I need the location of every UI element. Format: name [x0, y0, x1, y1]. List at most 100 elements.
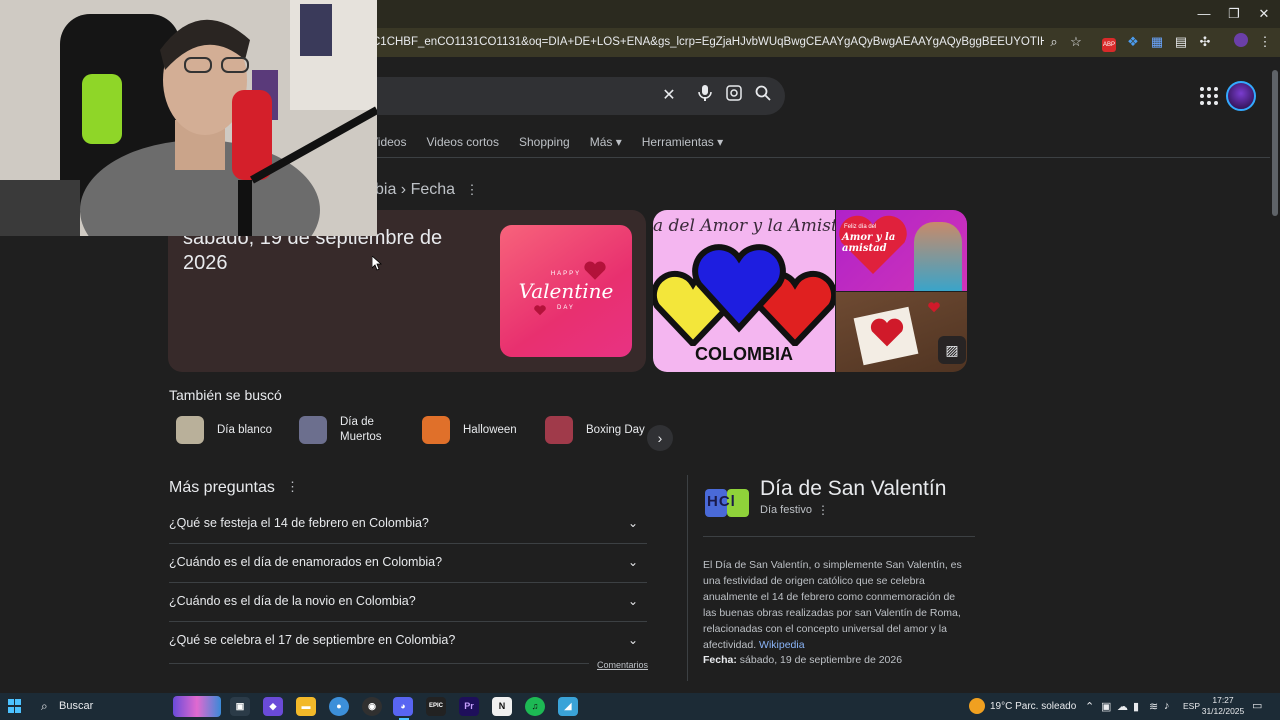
file-explorer-icon[interactable]: ▬	[296, 697, 316, 716]
fact-label: Fecha:	[703, 654, 737, 666]
clock-time: 17:27	[1212, 695, 1234, 705]
question-row[interactable]: ¿Cuándo es el día de la novio en Colombi…	[169, 583, 647, 622]
windows-taskbar: ⌕ Buscar ▣ ◆ ▬ ● ◉ ◕ EPIC Pr N ♫ ◢ 19°C …	[0, 693, 1280, 720]
chip-thumbnail	[422, 416, 450, 444]
clock-date: 31/12/2025	[1201, 706, 1245, 716]
minimize-button[interactable]: —	[1189, 4, 1219, 24]
translate-extension-icon[interactable]: ▦	[1148, 33, 1166, 51]
extension-icon[interactable]: ❖	[1124, 33, 1142, 51]
question-row[interactable]: ¿Qué se celebra el 17 de septiembre en C…	[169, 622, 647, 661]
chip-dia-blanco[interactable]: Día blanco	[176, 410, 286, 450]
weather-text[interactable]: 19°C Parc. soleado	[990, 701, 1076, 712]
search-tabs: Videos Videos cortos Shopping Más ▾ Herr…	[370, 135, 743, 157]
tray-cloud-icon[interactable]: ☁	[1117, 700, 1128, 713]
chrome-icon[interactable]: ●	[329, 697, 349, 716]
breadcrumb: bia › Fecha ⋮	[375, 181, 479, 199]
amor-small-text: Feliz día del	[844, 224, 877, 230]
profile-icon[interactable]	[1232, 33, 1250, 51]
knowledge-panel-title: Día de San Valentín	[760, 477, 947, 500]
tab-more[interactable]: Más ▾	[590, 135, 622, 157]
bookmark-star-icon[interactable]: ☆	[1067, 33, 1085, 51]
close-icon[interactable]: ✕	[658, 85, 680, 107]
account-avatar[interactable]	[1226, 81, 1256, 111]
volume-icon[interactable]: ♪	[1164, 700, 1170, 712]
clock[interactable]: 17:27 31/12/2025	[1200, 695, 1246, 717]
search-icon: ⌕	[41, 699, 48, 713]
search-icon[interactable]	[752, 85, 774, 107]
chip-thumbnail	[176, 416, 204, 444]
valentine-thumbnail[interactable]: HAPPY Valentine DAY	[500, 225, 632, 357]
chip-label: Día de Muertos	[340, 416, 382, 443]
question-row[interactable]: ¿Qué se festeja el 14 de febrero en Colo…	[169, 505, 647, 544]
knowledge-panel-menu-icon[interactable]: ⋮	[817, 503, 829, 517]
paa-divider	[169, 663, 589, 664]
chevron-down-icon[interactable]: ⌄	[621, 628, 645, 652]
chevron-down-icon[interactable]: ⌄	[621, 550, 645, 574]
image-icon: ▨	[945, 342, 959, 358]
adblock-extension-icon[interactable]: ABP	[1100, 33, 1118, 52]
chevron-down-icon[interactable]: ⌄	[621, 589, 645, 613]
url-field[interactable]: C1CHBF_enCO1131CO1131&oq=DIA+DE+LOS+ENA&…	[372, 32, 1044, 53]
thumb-day-text: DAY	[557, 305, 575, 311]
spotify-icon[interactable]: ♫	[525, 697, 545, 716]
language-indicator[interactable]: ESP	[1183, 701, 1200, 711]
google-apps-icon[interactable]	[1200, 87, 1218, 105]
knowledge-panel-fact: Fecha: sábado, 19 de septiembre de 2026	[703, 654, 902, 666]
tab-short-videos[interactable]: Videos cortos	[426, 135, 499, 157]
copilot-icon[interactable]: ◆	[263, 697, 283, 716]
more-questions-menu-icon[interactable]: ⋮	[286, 479, 299, 495]
question-row[interactable]: ¿Cuándo es el día de enamorados en Colom…	[169, 544, 647, 583]
chip-dia-de-muertos[interactable]: Día de Muertos	[299, 410, 399, 450]
knowledge-panel-subtitle: Día festivo	[760, 504, 812, 516]
chip-halloween[interactable]: Halloween	[422, 410, 532, 450]
logo-text: HCl	[707, 493, 736, 510]
question-text: ¿Qué se celebra el 17 de septiembre en C…	[169, 633, 456, 647]
microphone-icon[interactable]	[694, 85, 716, 107]
heart-icon	[928, 302, 940, 313]
heart-icon	[870, 318, 904, 347]
chevron-down-icon[interactable]: ⌄	[621, 511, 645, 535]
question-text: ¿Qué se festeja el 14 de febrero en Colo…	[169, 516, 429, 530]
scrollbar-thumb[interactable]	[1272, 70, 1278, 216]
breadcrumb-menu-icon[interactable]: ⋮	[466, 182, 479, 197]
feedback-link[interactable]: Comentarios	[597, 660, 648, 670]
knowledge-panel-description: El Día de San Valentín, o simplemente Sa…	[703, 557, 971, 653]
extension-box-icon[interactable]: ▤	[1172, 33, 1190, 51]
camera-icon[interactable]	[723, 85, 745, 107]
microphone-tray-icon[interactable]: ▮	[1133, 700, 1139, 713]
search-highlight-image	[173, 696, 221, 717]
tab-shopping[interactable]: Shopping	[519, 135, 570, 157]
tab-tools[interactable]: Herramientas ▾	[642, 135, 723, 157]
amor-amistad-image[interactable]: Feliz día del Amor y la amistad	[836, 210, 967, 291]
chevron-up-icon[interactable]: ⌃	[1085, 700, 1094, 713]
taskbar-search[interactable]: ⌕ Buscar	[33, 693, 223, 720]
knowledge-panel-separator	[703, 536, 975, 537]
restore-button[interactable]: ❐	[1219, 4, 1249, 24]
epic-games-icon[interactable]: EPIC	[426, 697, 446, 716]
search-box[interactable]: ✕	[360, 77, 785, 115]
extensions-puzzle-icon[interactable]: ✣	[1196, 33, 1214, 51]
notifications-icon[interactable]: ▭	[1252, 699, 1262, 712]
discord-icon[interactable]: ◕	[393, 697, 413, 716]
premiere-icon[interactable]: Pr	[459, 697, 479, 716]
chip-boxing-day[interactable]: Boxing Day	[545, 410, 645, 450]
couple-photo	[914, 222, 962, 291]
app-icon[interactable]: ◢	[558, 697, 578, 716]
notion-icon[interactable]: N	[492, 697, 512, 716]
tray-app-icon[interactable]: ▣	[1101, 700, 1111, 713]
chip-thumbnail	[545, 416, 573, 444]
chevron-right-icon[interactable]: ›	[647, 425, 673, 451]
task-view-icon[interactable]: ▣	[230, 697, 250, 716]
obs-icon[interactable]: ◉	[362, 697, 382, 716]
windows-start-button[interactable]	[8, 699, 22, 713]
colombia-hearts-image[interactable]: a del Amor y la Amist COLOMBIA	[653, 210, 835, 372]
browser-menu-icon[interactable]: ⋮	[1256, 33, 1274, 51]
mouse-cursor-icon	[372, 256, 382, 271]
more-images-button[interactable]: ▨	[938, 336, 966, 364]
weather-icon	[969, 698, 985, 714]
breadcrumb-text: bia › Fecha	[375, 181, 456, 198]
zoom-icon[interactable]: ⌕	[1045, 33, 1063, 51]
close-window-button[interactable]: ✕	[1249, 4, 1279, 24]
wikipedia-link[interactable]: Wikipedia	[759, 639, 805, 651]
wifi-icon[interactable]: ≋	[1149, 700, 1158, 713]
